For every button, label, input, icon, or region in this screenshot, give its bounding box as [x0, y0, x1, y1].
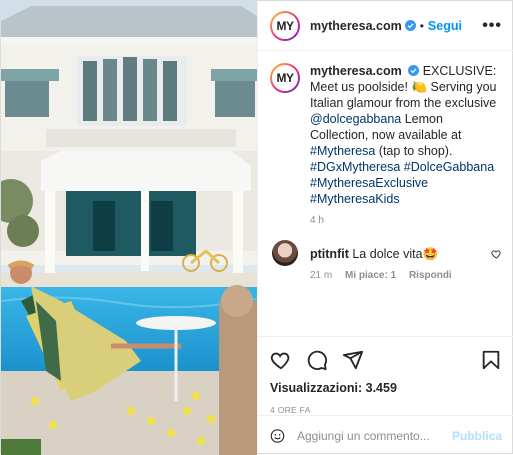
commenter-avatar[interactable] [272, 240, 298, 266]
save-icon[interactable] [480, 349, 502, 371]
verified-icon [404, 20, 416, 31]
post-side-panel: MY mytheresa.com • Segui ••• MY mytheres… [257, 1, 513, 455]
caption-timestamp: 4 h [310, 215, 324, 226]
comment-likes[interactable]: Mi piace: 1 [345, 270, 396, 281]
hashtag-dgxmytheresa[interactable]: #DGxMytheresa [310, 160, 400, 174]
comments-section[interactable]: MY mytheresa.com EXCLUSIVE: Meet us pool… [258, 51, 513, 336]
hashtag-mytheresa[interactable]: #Mytheresa [310, 144, 375, 158]
comment-like-heart-icon[interactable] [491, 248, 502, 260]
post-actions: Visualizzazioni: 3.459 4 ORE FA [258, 336, 513, 415]
heart-icon[interactable] [270, 349, 292, 371]
caption-username[interactable]: mytheresa.com [310, 64, 402, 78]
post-date[interactable]: 4 ORE FA [270, 405, 502, 415]
comment-row: ptitnfit La dolce vita🤩 [270, 240, 502, 266]
more-icon[interactable]: ••• [482, 17, 502, 35]
caption-row: MY mytheresa.com EXCLUSIVE: Meet us pool… [270, 63, 502, 207]
publish-button[interactable]: Pubblica [452, 429, 502, 443]
poolside-photo [1, 1, 257, 455]
star-eyes-emoji: 🤩 [422, 247, 439, 261]
post-caption: mytheresa.com EXCLUSIVE: Meet us poolsid… [310, 63, 502, 207]
mention-dolcegabbana[interactable]: @dolcegabbana [310, 112, 401, 126]
comment-username[interactable]: ptitnfit [310, 247, 349, 261]
follow-button[interactable]: Segui [428, 19, 462, 33]
emoji-icon[interactable] [270, 425, 285, 447]
comment-meta: 21 m Mi piace: 1 Rispondi [310, 270, 502, 281]
share-icon[interactable] [342, 349, 364, 371]
hashtag-dolcegabbana[interactable]: #DolceGabbana [404, 160, 494, 174]
verified-icon [408, 65, 420, 76]
comment-text: La dolce vita [352, 247, 423, 261]
hashtag-mytheresaexclusive[interactable]: #MytheresaExclusive [310, 176, 428, 190]
comment-input[interactable] [296, 428, 452, 443]
avatar-logo-text: MY [276, 18, 295, 33]
header-username[interactable]: mytheresa.com [310, 19, 402, 33]
post-header: MY mytheresa.com • Segui ••• [258, 1, 513, 51]
header-separator: • [419, 18, 424, 33]
action-icons [270, 345, 502, 375]
lemon-emoji: 🍋 [411, 80, 428, 94]
post-photo[interactable] [1, 1, 257, 455]
comment-icon[interactable] [306, 349, 328, 371]
caption-avatar-logo: MY [276, 71, 295, 85]
hashtag-mytheresakids[interactable]: #MytheresaKids [310, 192, 400, 206]
comment-body: ptitnfit La dolce vita🤩 [310, 246, 491, 266]
instagram-post: MY mytheresa.com • Segui ••• MY mytheres… [0, 0, 513, 455]
reply-button[interactable]: Rispondi [409, 270, 452, 281]
caption-avatar[interactable]: MY [270, 63, 300, 93]
add-comment-bar: Pubblica [258, 415, 513, 455]
profile-avatar[interactable]: MY [270, 10, 300, 41]
caption-text-4: (tap to shop). [375, 144, 453, 158]
comment-time: 21 m [310, 270, 333, 281]
views-count[interactable]: Visualizzazioni: 3.459 [270, 381, 502, 395]
